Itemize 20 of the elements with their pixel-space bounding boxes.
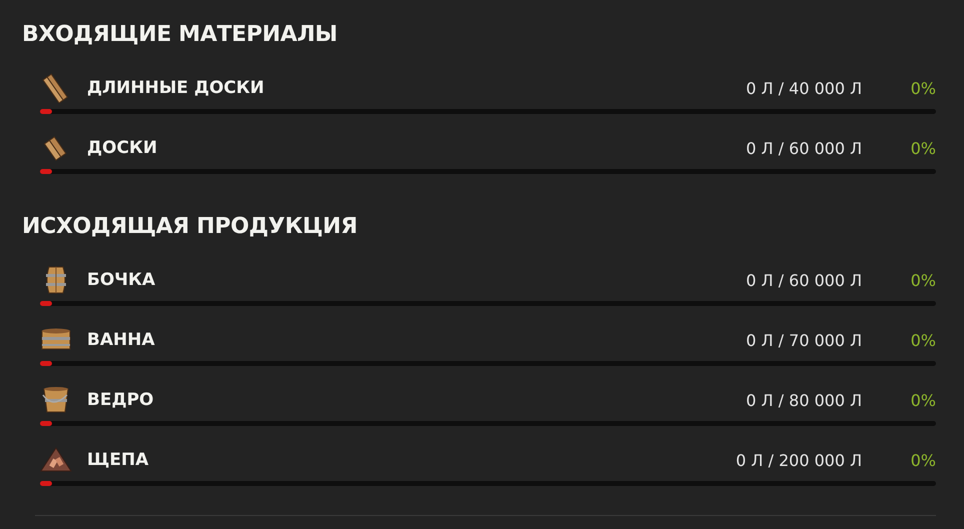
item-name: ВЕДРО [87,390,155,410]
item-name: ВАННА [87,330,156,350]
amount-text: 0 Л / 60 000 Л [746,138,862,158]
amount-text: 0 Л / 70 000 Л [746,330,862,350]
percent-text: 0% [910,450,936,470]
amount-text: 0 Л / 40 000 Л [746,78,862,98]
item-name: БОЧКА [87,270,156,290]
percent-text: 0% [910,138,936,158]
amount-text: 0 Л / 200 000 Л [736,450,862,470]
amount-text: 0 Л / 80 000 Л [746,390,862,410]
percent-text: 0% [910,330,936,350]
section-heading: ВХОДЯЩИЕ МАТЕРИАЛЫ [22,21,338,49]
item-name: ЩЕПА [87,450,150,470]
section-heading: ИСХОДЯЩАЯ ПРОДУКЦИЯ [22,213,358,241]
percent-text: 0% [910,270,936,290]
item-name: ДЛИННЫЕ ДОСКИ [87,78,266,98]
percent-text: 0% [910,78,936,98]
percent-text: 0% [910,390,936,410]
amount-text: 0 Л / 60 000 Л [746,270,862,290]
item-name: ДОСКИ [87,138,158,158]
